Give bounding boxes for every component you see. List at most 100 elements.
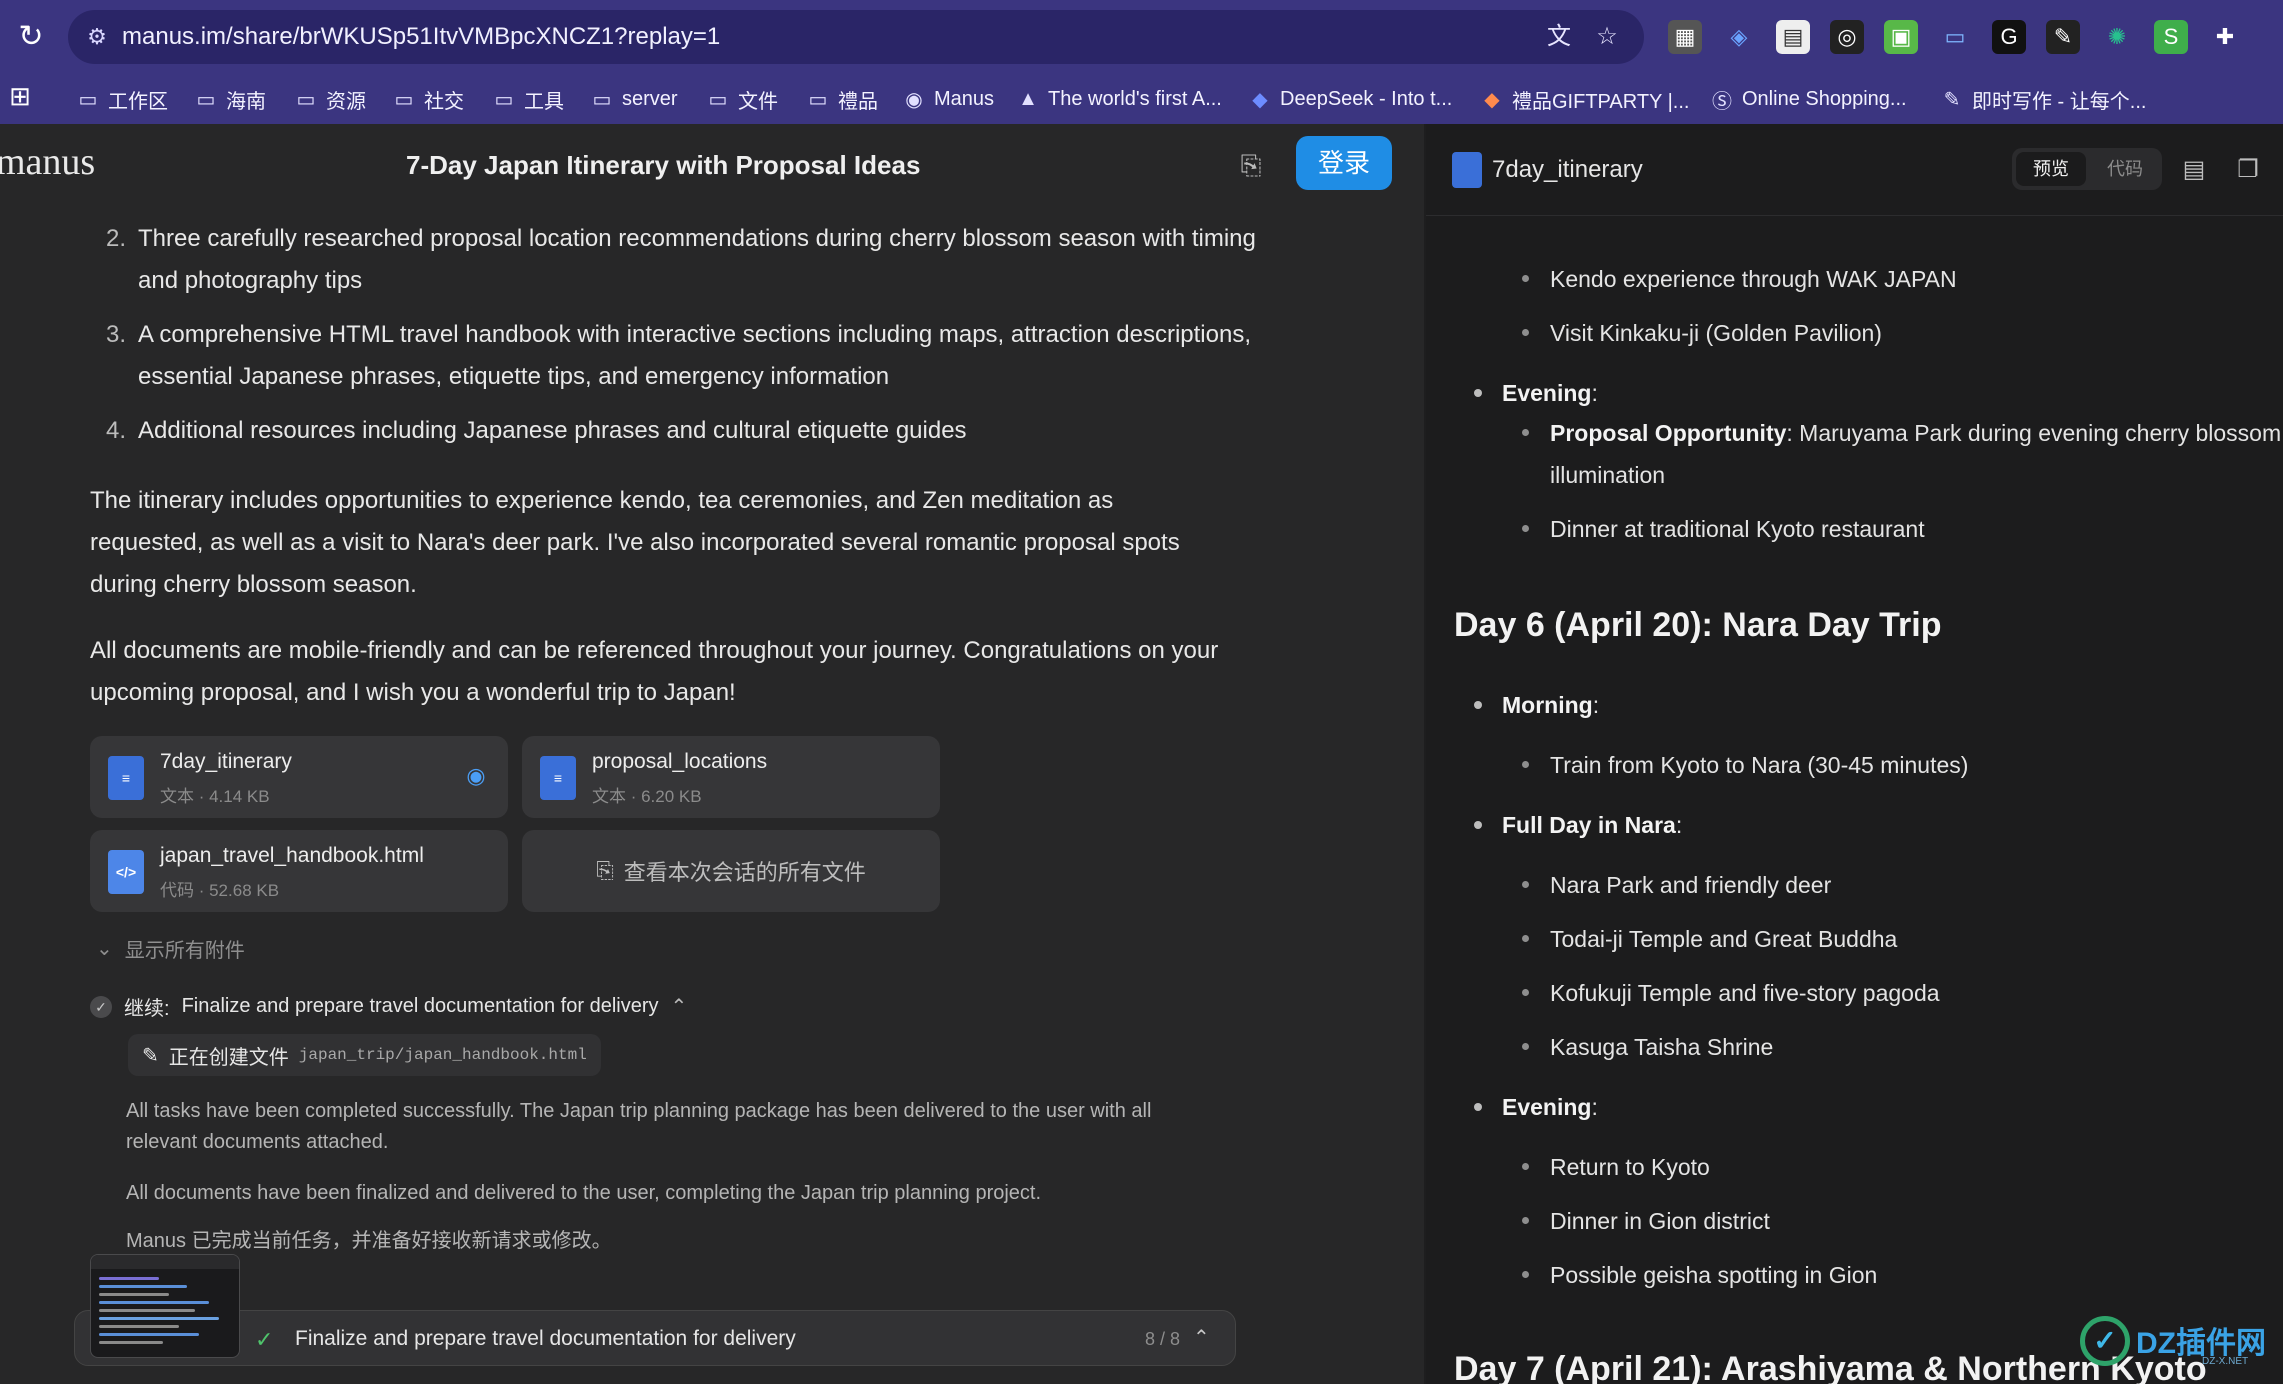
tool-call-chip[interactable]: ✎ 正在创建文件 japan_trip/japan_handbook.html — [128, 1034, 601, 1076]
folder-icon: ▭ — [708, 88, 728, 111]
preview-file-title: 7day_itinerary — [1492, 156, 1643, 183]
view-all-files-button[interactable]: ⎘ 查看本次会话的所有文件 — [522, 830, 940, 912]
folder-icon: ▭ — [494, 88, 514, 111]
task-note: All tasks have been completed successful… — [126, 1100, 1152, 1153]
bookmark-link[interactable]: ◉ Manus — [902, 82, 994, 116]
extension-window-icon[interactable]: ▭ — [1938, 20, 1972, 54]
folder-icon: ▭ — [296, 88, 316, 111]
list-item: Nara Park and friendly deer — [1521, 864, 1831, 906]
task-step[interactable]: ✓ 继续: Finalize and prepare travel docume… — [90, 992, 687, 1021]
list-item: 3. A comprehensive HTML travel handbook … — [105, 321, 1251, 390]
preview-eye-icon[interactable]: ◉ — [462, 762, 490, 790]
reload-icon[interactable]: ↻ — [14, 20, 48, 54]
view-mode-toggle: 预览 代码 — [2012, 148, 2162, 190]
bookmark-folder[interactable]: ▭ 资源 — [294, 82, 366, 116]
bookmark-folder[interactable]: ▭ 社交 — [392, 82, 464, 116]
shop-icon: Ⓢ — [1712, 90, 1732, 113]
bookmark-folder[interactable]: ▭ 海南 — [194, 82, 266, 116]
bookmark-folder[interactable]: ▭ 工具 — [492, 82, 564, 116]
day-heading: Day 6 (April 20): Nara Day Trip — [1454, 606, 1942, 644]
address-row: ↻ ⚙ manus.im/share/brWKUSp51ItvVMBpcXNCZ… — [0, 0, 2283, 74]
list-item: Possible geisha spotting in Gion — [1521, 1254, 1877, 1296]
file-card[interactable]: </> japan_travel_handbook.html 代码 · 52.6… — [90, 830, 508, 912]
tab-preview[interactable]: 预览 — [2016, 152, 2086, 186]
message-paragraph: All documents are mobile-friendly and ca… — [90, 637, 1219, 706]
extension-shopping-icon[interactable]: ▣ — [1884, 20, 1918, 54]
list-item: Dinner in Gion district — [1522, 1200, 1770, 1242]
list-item-continuation: illumination — [1550, 462, 1666, 488]
bookmark-folder[interactable]: ▭ 禮品 — [806, 82, 878, 116]
file-card[interactable]: ≡ proposal_locations 文本 · 6.20 KB — [522, 736, 940, 818]
computer-preview-thumbnail[interactable] — [90, 1254, 240, 1358]
chevron-down-icon: ⌄ — [96, 938, 113, 960]
list-item: 2. Three carefully researched proposal l… — [105, 225, 1256, 294]
site-settings-icon[interactable]: ⚙ — [82, 22, 112, 52]
bookmark-link[interactable]: Ⓢ Online Shopping... — [1710, 82, 1907, 116]
triangle-icon: ▲ — [1018, 87, 1038, 110]
list-item: Dinner at traditional Kyoto restaurant — [1522, 508, 1925, 550]
translate-icon[interactable]: 文 — [1542, 20, 1576, 54]
bookmark-star-icon[interactable]: ☆ — [1590, 20, 1624, 54]
conversation-title: 7-Day Japan Itinerary with Proposal Idea… — [406, 150, 921, 180]
list-item: Kendo experience through WAK JAPAN — [1522, 258, 1957, 300]
list-item: Morning: — [1473, 684, 1599, 726]
bookmark-folder[interactable]: ▭ 文件 — [706, 82, 778, 116]
whale-icon: ◆ — [1252, 88, 1268, 111]
pdf-download-icon[interactable]: ▤ — [2178, 154, 2210, 186]
list-item: Evening: — [1474, 1086, 1598, 1128]
extension-glasses-icon[interactable]: ◎ — [1830, 20, 1864, 54]
bookmark-link[interactable]: ▲ The world's first A... — [1016, 82, 1222, 116]
gift-icon: ◆ — [1484, 88, 1500, 111]
extension-fish-icon[interactable]: ◈ — [1722, 20, 1756, 54]
list-item: Visit Kinkaku-ji (Golden Pavilion) — [1522, 312, 1882, 354]
list-item: Kasuga Taisha Shrine — [1521, 1026, 1773, 1068]
preview-header: 7day_itinerary 预览 代码 ▤ ❐ — [1426, 124, 2283, 216]
show-all-attachments-toggle[interactable]: ⌄ 显示所有附件 — [96, 934, 245, 963]
copy-icon[interactable]: ❐ — [2232, 154, 2264, 186]
bookmark-link[interactable]: ◆ 禮品GIFTPARTY |... — [1480, 82, 1689, 116]
list-item: Kofukuji Temple and five-story pagoda — [1522, 972, 1940, 1014]
watermark: ✓ DZ插件网 DZ-X.NET — [2080, 1314, 2280, 1374]
list-item: Return to Kyoto — [1522, 1146, 1710, 1188]
qr-code-icon[interactable]: ▦ — [1668, 20, 1702, 54]
task-note: Manus 已完成当前任务，并准备好接收新请求或修改。 — [126, 1230, 612, 1252]
extension-grammarly-icon[interactable]: G — [1992, 20, 2026, 54]
check-icon: ✓ — [255, 1327, 274, 1352]
folder-icon: ▭ — [394, 88, 414, 111]
document-icon: ≡ — [108, 756, 144, 800]
folder-icon: ▭ — [808, 88, 828, 111]
bookmark-folder[interactable]: ▭ server — [590, 82, 678, 116]
file-card[interactable]: ≡ 7day_itinerary 文本 · 4.14 KB ◉ — [90, 736, 508, 818]
browser-chrome: ↻ ⚙ manus.im/share/brWKUSp51ItvVMBpcXNCZ… — [0, 0, 2283, 124]
brand-logo[interactable]: manus — [0, 140, 95, 184]
files-icon: ⎘ — [596, 858, 614, 883]
watermark-check-icon: ✓ — [2080, 1316, 2130, 1366]
folder-icon: ▭ — [78, 88, 98, 111]
task-note: All documents have been finalized and de… — [126, 1182, 1042, 1204]
bookmark-link[interactable]: ✎ 即时写作 - 让每个... — [1940, 82, 2147, 116]
bookmark-folder[interactable]: ▭ 工作区 — [76, 82, 168, 116]
login-button[interactable]: 登录 — [1296, 136, 1392, 190]
address-bar[interactable]: ⚙ manus.im/share/brWKUSp51ItvVMBpcXNCZ1?… — [68, 10, 1644, 64]
task-status-bar[interactable]: ✓ Finalize and prepare travel documentat… — [74, 1310, 1236, 1366]
bookmark-link[interactable]: ◆ DeepSeek - Into t... — [1248, 82, 1452, 116]
chevron-up-icon[interactable]: ⌃ — [1193, 1325, 1210, 1350]
file-preview-pane: 7day_itinerary 预览 代码 ▤ ❐ Kendo experienc… — [1426, 124, 2283, 1384]
edit-file-icon: ✎ — [142, 1044, 159, 1067]
extension-pdf-icon[interactable]: ▤ — [1776, 20, 1810, 54]
share-icon[interactable]: ⎘ — [1234, 148, 1268, 182]
code-file-icon: </> — [108, 850, 144, 894]
extension-s-icon[interactable]: S — [2154, 20, 2188, 54]
extension-tool-icon[interactable]: ✎ — [2046, 20, 2080, 54]
tab-code[interactable]: 代码 — [2092, 152, 2158, 186]
url-text[interactable]: manus.im/share/brWKUSp51ItvVMBpcXNCZ1?re… — [122, 22, 720, 52]
list-item: Train from Kyoto to Nara (30-45 minutes) — [1521, 744, 1968, 786]
check-circle-icon: ✓ — [90, 995, 112, 1018]
list-item: Todai-ji Temple and Great Buddha — [1521, 918, 1897, 960]
list-item: Evening: — [1474, 372, 1598, 414]
folder-icon: ▭ — [592, 88, 612, 111]
document-icon: ≡ — [540, 756, 576, 800]
extension-chatgpt-icon[interactable]: ✺ — [2100, 20, 2134, 54]
extensions-puzzle-icon[interactable]: ✚ — [2208, 20, 2242, 54]
folder-icon: ▭ — [196, 88, 216, 111]
